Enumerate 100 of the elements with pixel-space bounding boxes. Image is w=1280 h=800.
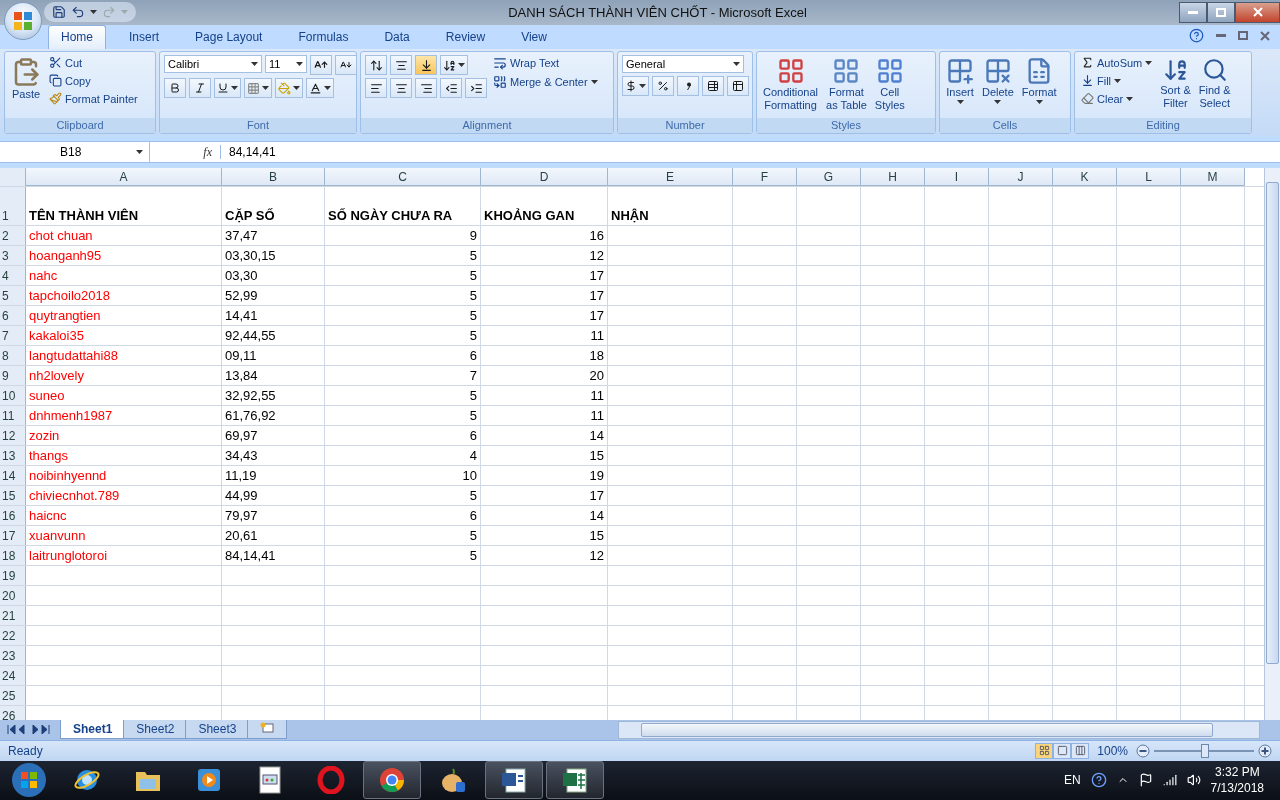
cells-button[interactable]: Format — [1019, 55, 1059, 116]
increase-decimal-button[interactable] — [702, 76, 724, 97]
column-header[interactable]: I — [925, 168, 989, 186]
language-indicator[interactable]: EN — [1063, 773, 1081, 788]
ribbon-tab[interactable]: View — [508, 25, 560, 50]
editing-button[interactable]: Find & Select — [1196, 55, 1233, 116]
currency-button[interactable] — [622, 76, 649, 97]
column-header[interactable]: B — [222, 168, 325, 186]
column-header[interactable]: C — [325, 168, 481, 186]
sheet-tab[interactable]: Sheet1 — [60, 720, 126, 740]
new-sheet-tab[interactable] — [247, 720, 288, 740]
row-header[interactable]: 10 — [0, 386, 26, 405]
fill-button[interactable]: Fill — [1079, 73, 1155, 89]
vertical-align-button[interactable] — [390, 55, 412, 76]
view-button[interactable] — [1071, 742, 1090, 759]
styles-button[interactable]: Conditional Formatting — [761, 55, 821, 116]
formula-field[interactable]: 84,14,41 — [220, 145, 1280, 160]
merge-center-button[interactable]: Merge & Center — [491, 74, 600, 91]
zoom-slider-thumb[interactable] — [1201, 743, 1209, 758]
column-header[interactable]: G — [797, 168, 861, 186]
view-button[interactable] — [1053, 742, 1072, 759]
row-header[interactable]: 11 — [0, 406, 26, 425]
row-header[interactable]: 18 — [0, 546, 26, 565]
percent-button[interactable] — [652, 76, 674, 97]
row-header[interactable]: 15 — [0, 486, 26, 505]
sheet-navigation-icon[interactable] — [7, 725, 53, 735]
sheet-tab[interactable]: Sheet3 — [185, 720, 250, 740]
row-header[interactable]: 22 — [0, 626, 26, 645]
decrease-indent-button[interactable] — [440, 78, 462, 99]
cut-button[interactable]: Cut — [47, 55, 140, 71]
row-header[interactable]: 16 — [0, 506, 26, 525]
sheet-tab[interactable]: Sheet2 — [123, 720, 188, 740]
number-format-field[interactable]: General — [622, 55, 744, 74]
underline-button[interactable] — [214, 78, 241, 99]
font-name-field[interactable]: Calibri — [164, 55, 262, 74]
ribbon-tab[interactable]: Home — [48, 25, 106, 50]
cells-button[interactable]: Delete — [980, 55, 1016, 116]
decrease-decimal-button[interactable] — [727, 76, 749, 97]
taskbar-button[interactable] — [485, 761, 543, 800]
column-header[interactable]: J — [989, 168, 1053, 186]
shrink-font-button[interactable] — [335, 55, 357, 76]
align-left-button[interactable] — [365, 78, 387, 99]
column-header[interactable]: L — [1117, 168, 1181, 186]
column-header[interactable]: M — [1181, 168, 1245, 186]
fill-color-button[interactable] — [275, 78, 303, 99]
column-header[interactable]: K — [1053, 168, 1117, 186]
row-header[interactable]: 8 — [0, 346, 26, 365]
ribbon-tab[interactable]: Formulas — [285, 25, 362, 50]
row-header[interactable]: 7 — [0, 326, 26, 345]
taskbar-button[interactable] — [546, 761, 604, 800]
grow-font-button[interactable] — [310, 55, 332, 76]
column-header[interactable]: F — [733, 168, 797, 186]
zoom-level[interactable]: 100% — [1097, 743, 1128, 758]
zoom-out-icon[interactable] — [1136, 743, 1150, 758]
row-header[interactable]: 4 — [0, 266, 26, 285]
ribbon-tab[interactable]: Page Layout — [182, 25, 276, 50]
increase-indent-button[interactable] — [465, 78, 487, 99]
orientation-button[interactable] — [440, 55, 468, 76]
styles-button[interactable]: Format as Table — [824, 55, 869, 116]
row-header[interactable]: 23 — [0, 646, 26, 665]
row-header[interactable]: 20 — [0, 586, 26, 605]
scrollbar-thumb[interactable] — [1266, 182, 1279, 664]
row-header[interactable]: 5 — [0, 286, 26, 305]
format-painter-button[interactable]: Format Painter — [47, 91, 140, 107]
row-header[interactable]: 25 — [0, 686, 26, 705]
row-header[interactable]: 2 — [0, 226, 26, 245]
row-header[interactable]: 9 — [0, 366, 26, 385]
cells-button[interactable]: Insert — [944, 55, 976, 116]
row-header[interactable]: 1 — [0, 187, 26, 225]
italic-button[interactable] — [189, 78, 211, 99]
align-right-button[interactable] — [415, 78, 437, 99]
name-box[interactable]: B18 — [0, 142, 150, 162]
ribbon-tab[interactable]: Insert — [116, 25, 173, 50]
vertical-align-button[interactable] — [365, 55, 387, 76]
close-button[interactable] — [1235, 1, 1280, 23]
editing-button[interactable]: Sort & Filter — [1158, 55, 1193, 116]
row-header[interactable]: 3 — [0, 246, 26, 265]
row-header[interactable]: 24 — [0, 666, 26, 685]
copy-button[interactable]: Copy — [47, 73, 140, 89]
column-header[interactable]: D — [481, 168, 608, 186]
paste-button[interactable]: Paste — [9, 55, 43, 116]
row-header[interactable]: 13 — [0, 446, 26, 465]
row-header[interactable]: 6 — [0, 306, 26, 325]
office-button[interactable] — [4, 2, 42, 40]
row-header[interactable]: 14 — [0, 466, 26, 485]
wrap-text-button[interactable]: Wrap Text — [491, 55, 600, 72]
align-center-button[interactable] — [390, 78, 412, 99]
bold-button[interactable] — [164, 78, 186, 99]
styles-button[interactable]: Cell Styles — [872, 55, 907, 116]
column-header[interactable]: E — [608, 168, 733, 186]
row-header[interactable]: 21 — [0, 606, 26, 625]
column-header[interactable]: H — [861, 168, 925, 186]
autosum-button[interactable]: AutoSum — [1079, 55, 1155, 71]
zoom-in-icon[interactable] — [1258, 743, 1272, 758]
minimize-button[interactable] — [1179, 1, 1207, 23]
column-header[interactable]: A — [26, 168, 222, 186]
row-header[interactable]: 19 — [0, 566, 26, 585]
vertical-align-button[interactable] — [415, 55, 437, 76]
clear-button[interactable]: Clear — [1079, 91, 1155, 107]
font-size-field[interactable]: 11 — [265, 55, 307, 74]
